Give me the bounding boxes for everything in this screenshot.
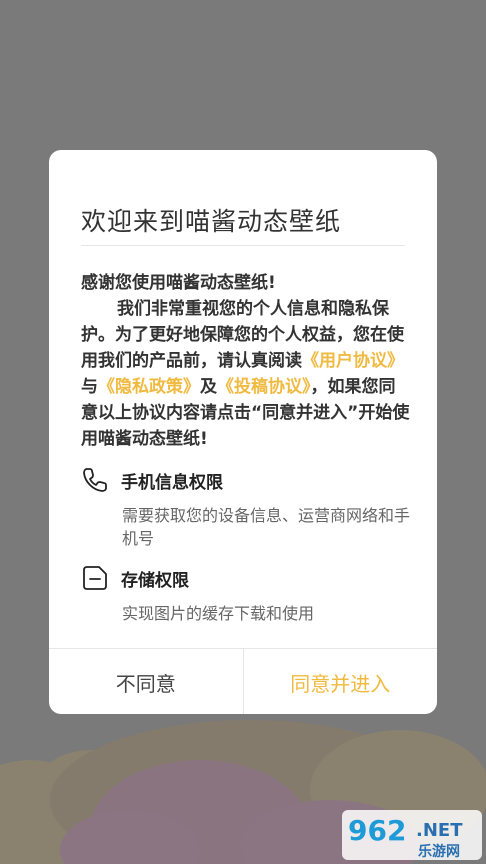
disagree-button[interactable]: 不同意 bbox=[49, 649, 244, 714]
permission-description: 需要获取您的设备信息、运营商网络和手机号 bbox=[122, 506, 411, 548]
site-watermark-logo: 962 .NET 乐游网 bbox=[342, 810, 482, 860]
permission-title: 手机信息权限 bbox=[121, 472, 223, 493]
dialog-footer: 不同意 同意并进入 bbox=[49, 648, 437, 714]
intro-greeting: 感谢您使用喵酱动态壁纸! bbox=[81, 273, 276, 293]
agree-and-enter-button[interactable]: 同意并进入 bbox=[244, 649, 438, 714]
storage-icon bbox=[83, 566, 107, 590]
permission-title: 存储权限 bbox=[121, 570, 189, 591]
intro-text: 感谢您使用喵酱动态壁纸! 我们非常重视您的个人信息和隐私保护。为了更好地保障您的个… bbox=[81, 270, 411, 452]
dialog-title: 欢迎来到喵酱动态壁纸 bbox=[81, 207, 342, 236]
watermark-suffix: .NET bbox=[416, 820, 463, 841]
title-divider bbox=[81, 245, 405, 246]
user-agreement-link[interactable]: 《用户协议》 bbox=[302, 351, 404, 371]
phone-icon bbox=[83, 468, 107, 492]
permission-icon bbox=[81, 639, 109, 640]
intro-text-3: 及 bbox=[200, 377, 217, 397]
watermark-subtitle: 乐游网 bbox=[418, 843, 460, 860]
permission-phone-info: 手机信息权限 需要获取您的设备信息、运营商网络和手机号 bbox=[81, 466, 411, 550]
privacy-dialog: 欢迎来到喵酱动态壁纸 感谢您使用喵酱动态壁纸! 我们非常重视您的个人信息和隐私保护… bbox=[49, 150, 437, 714]
permission-description: 实现图片的缓存下载和使用 bbox=[122, 604, 315, 623]
watermark-number: 962 bbox=[348, 814, 406, 847]
permission-partial bbox=[81, 639, 411, 640]
privacy-policy-link[interactable]: 《隐私政策》 bbox=[98, 377, 200, 397]
intro-text-2: 与 bbox=[81, 377, 98, 397]
dialog-content[interactable]: 感谢您使用喵酱动态壁纸! 我们非常重视您的个人信息和隐私保护。为了更好地保障您的个… bbox=[81, 270, 411, 640]
submission-agreement-link[interactable]: 《投稿协议》 bbox=[217, 377, 311, 397]
permission-storage: 存储权限 实现图片的缓存下载和使用 bbox=[81, 564, 411, 625]
